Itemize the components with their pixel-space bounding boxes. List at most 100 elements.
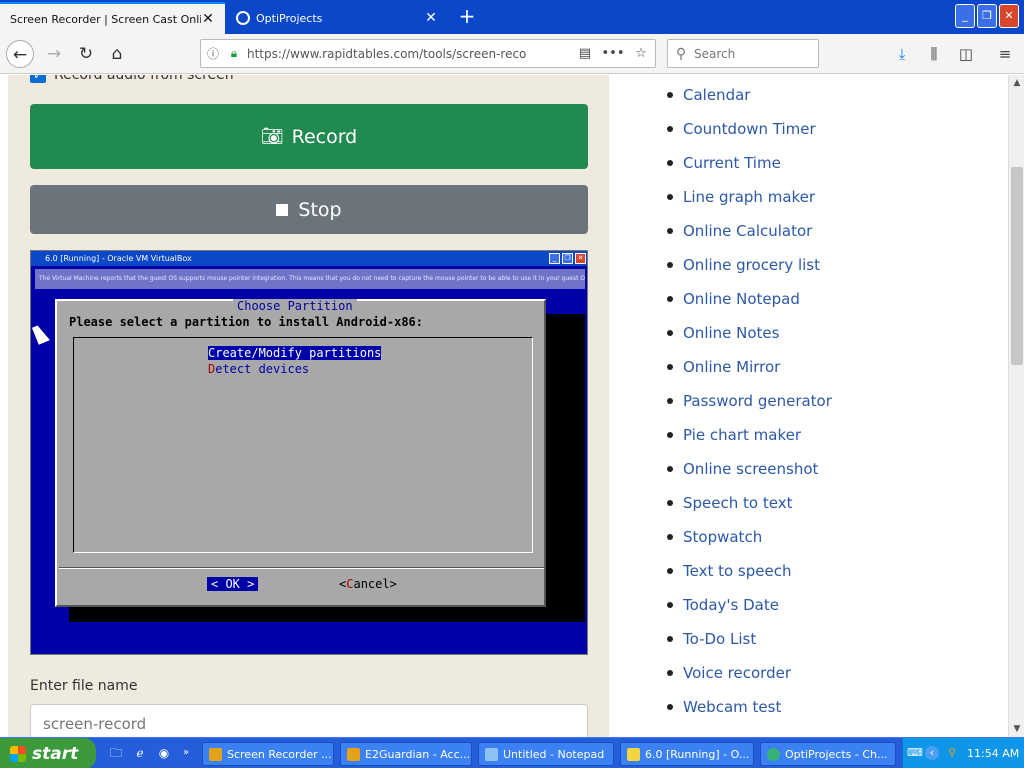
reload-icon[interactable]: ↻ <box>72 40 100 68</box>
record-audio-checkbox[interactable]: ✓ <box>30 75 46 83</box>
sidebar-link-label[interactable]: Online screenshot <box>683 460 818 478</box>
start-button[interactable]: start <box>0 738 96 768</box>
search-input[interactable] <box>694 46 804 61</box>
bullet-icon <box>667 568 673 574</box>
sidebar-link-label[interactable]: Line graph maker <box>683 188 815 206</box>
sidebar-link-item[interactable]: To-Do List <box>667 630 756 648</box>
sidebar-link-label[interactable]: Speech to text <box>683 494 792 512</box>
library-icon[interactable]: ⫼ <box>922 42 946 66</box>
sidebar-link-label[interactable]: Voice recorder <box>683 664 791 682</box>
back-arrow-icon[interactable]: ← <box>6 40 34 68</box>
sidebar-link-label[interactable]: Today's Date <box>683 596 779 614</box>
internet-explorer-icon[interactable]: ℯ <box>132 745 148 761</box>
windows-taskbar: start 🗀︎ ℯ ◉ » Screen Recorder ... E2Gua… <box>0 737 1024 768</box>
scroll-down-arrow-icon[interactable]: ▼ <box>1009 721 1024 737</box>
sidebar-link-item[interactable]: Online Notepad <box>667 290 800 308</box>
preview-notice-bar: The Virtual Machine reports that the gue… <box>35 269 585 289</box>
sidebar-link-item[interactable]: Pie chart maker <box>667 426 801 444</box>
sidebar-link-item[interactable]: Stopwatch <box>667 528 762 546</box>
bullet-icon <box>667 602 673 608</box>
bookmark-star-icon[interactable]: ☆ <box>627 46 655 61</box>
taskbar-item-optiprojects[interactable]: OptiProjects - Ch... <box>760 742 896 766</box>
home-icon[interactable]: ⌂ <box>103 40 131 68</box>
restore-window-button[interactable]: ❐ <box>977 4 997 28</box>
preview-restore-icon: ❐ <box>562 253 573 264</box>
sidebar-link-label[interactable]: Online Notepad <box>683 290 800 308</box>
url-bar[interactable]: ⓘ 🔒︎ https://www.rapidtables.com/tools/s… <box>200 39 656 68</box>
record-button[interactable]: 📷︎ Record <box>30 104 588 169</box>
sidebar-toggle-icon[interactable]: ◫ <box>954 42 978 66</box>
sidebar-link-item[interactable]: Text to speech <box>667 562 791 580</box>
sidebar-link-item[interactable]: Calendar <box>667 86 750 104</box>
sidebar-link-item[interactable]: Online Notes <box>667 324 779 342</box>
minimize-window-button[interactable]: _ <box>955 4 975 28</box>
sidebar-link-label[interactable]: Current Time <box>683 154 781 172</box>
file-name-input[interactable] <box>30 704 588 737</box>
sidebar-link-label[interactable]: Password generator <box>683 392 832 410</box>
bullet-icon <box>667 364 673 370</box>
sidebar-link-label[interactable]: Webcam test <box>683 698 781 716</box>
sidebar-link-label[interactable]: To-Do List <box>683 630 756 648</box>
taskbar-item-notepad[interactable]: Untitled - Notepad <box>478 742 614 766</box>
scroll-up-arrow-icon[interactable]: ▲ <box>1009 75 1024 91</box>
bullet-icon <box>667 296 673 302</box>
sidebar-link-item[interactable]: Speech to text <box>667 494 792 512</box>
sidebar-link-item[interactable]: Password generator <box>667 392 832 410</box>
close-tab-icon[interactable]: ✕ <box>424 10 438 26</box>
sidebar-link-item[interactable]: Online Mirror <box>667 358 780 376</box>
lock-icon[interactable]: 🔒︎ <box>225 46 243 61</box>
sidebar-link-label[interactable]: Online grocery list <box>683 256 820 274</box>
record-audio-option[interactable]: ✓ Record audio from screen <box>30 75 234 83</box>
sidebar-link-label[interactable]: Countdown Timer <box>683 120 816 138</box>
preview-close-icon: ✕ <box>575 253 586 264</box>
sidebar-link-item[interactable]: Countdown Timer <box>667 120 816 138</box>
forward-arrow-icon[interactable]: → <box>40 40 68 68</box>
sidebar-link-label[interactable]: Pie chart maker <box>683 426 801 444</box>
tab-optiprojects[interactable]: OptiProjects ✕ <box>226 2 448 34</box>
sidebar-link-label[interactable]: Online Calculator <box>683 222 812 240</box>
sidebar-link-item[interactable]: Webcam test <box>667 698 781 716</box>
sidebar-link-item[interactable]: Online screenshot <box>667 460 818 478</box>
url-text[interactable]: https://www.rapidtables.com/tools/screen… <box>243 47 571 61</box>
bullet-icon <box>667 92 673 98</box>
show-desktop-folder-icon[interactable]: 🗀︎ <box>108 745 124 761</box>
file-name-label: Enter file name <box>30 678 138 694</box>
sidebar-link-label[interactable]: Calendar <box>683 86 750 104</box>
sidebar-link-item[interactable]: Voice recorder <box>667 664 791 682</box>
downloads-icon[interactable]: ⤓ <box>890 42 914 66</box>
page-actions-icon[interactable]: ••• <box>599 46 627 61</box>
navigation-bar: ← → ↻ ⌂ ⓘ 🔒︎ https://www.rapidtables.com… <box>0 34 1024 74</box>
tray-arrow-icon[interactable]: ‹ <box>925 746 939 760</box>
scrollbar-thumb[interactable] <box>1011 167 1023 365</box>
windows-logo-icon <box>10 745 26 762</box>
sidebar-link-label[interactable]: Online Mirror <box>683 358 780 376</box>
close-window-button[interactable]: ✕ <box>999 4 1019 28</box>
taskbar-item-screen-recorder[interactable]: Screen Recorder ... <box>202 742 334 766</box>
search-tray-icon[interactable]: ⚲ <box>945 746 959 760</box>
keyboard-icon[interactable]: ⌨ <box>907 746 923 760</box>
option-create-modify-partitions: Create/Modify partitions <box>208 346 382 360</box>
info-icon[interactable]: ⓘ <box>201 45 225 62</box>
vertical-scrollbar[interactable]: ▲ ▼ <box>1008 75 1024 737</box>
sidebar-link-item[interactable]: Current Time <box>667 154 781 172</box>
search-bar[interactable]: ⚲ <box>667 39 819 68</box>
sidebar-link-label[interactable]: Text to speech <box>683 562 791 580</box>
taskbar-item-e2guardian[interactable]: E2Guardian - Acc... <box>340 742 472 766</box>
sidebar-link-item[interactable]: Line graph maker <box>667 188 815 206</box>
bullet-icon <box>667 262 673 268</box>
reader-view-icon[interactable]: ▤ <box>571 46 599 61</box>
tab-screen-recorder[interactable]: Screen Recorder | Screen Cast Online ✕ <box>0 2 225 34</box>
close-tab-icon[interactable]: ✕ <box>201 11 215 27</box>
sidebar-link-item[interactable]: Today's Date <box>667 596 779 614</box>
sidebar-link-item[interactable]: Online grocery list <box>667 256 820 274</box>
new-tab-plus-icon[interactable]: + <box>456 4 478 30</box>
menu-hamburger-icon[interactable]: ≡ <box>993 42 1017 66</box>
dialog-prompt: Please select a partition to install And… <box>69 315 424 329</box>
sidebar-link-label[interactable]: Online Notes <box>683 324 779 342</box>
quicklaunch-expand-icon[interactable]: » <box>178 745 194 761</box>
sidebar-link-label[interactable]: Stopwatch <box>683 528 762 546</box>
sidebar-link-item[interactable]: Online Calculator <box>667 222 812 240</box>
stop-button[interactable]: Stop <box>30 185 588 234</box>
taskbar-item-virtualbox[interactable]: 6.0 [Running] - O... <box>620 742 754 766</box>
media-player-icon[interactable]: ◉ <box>156 745 172 761</box>
